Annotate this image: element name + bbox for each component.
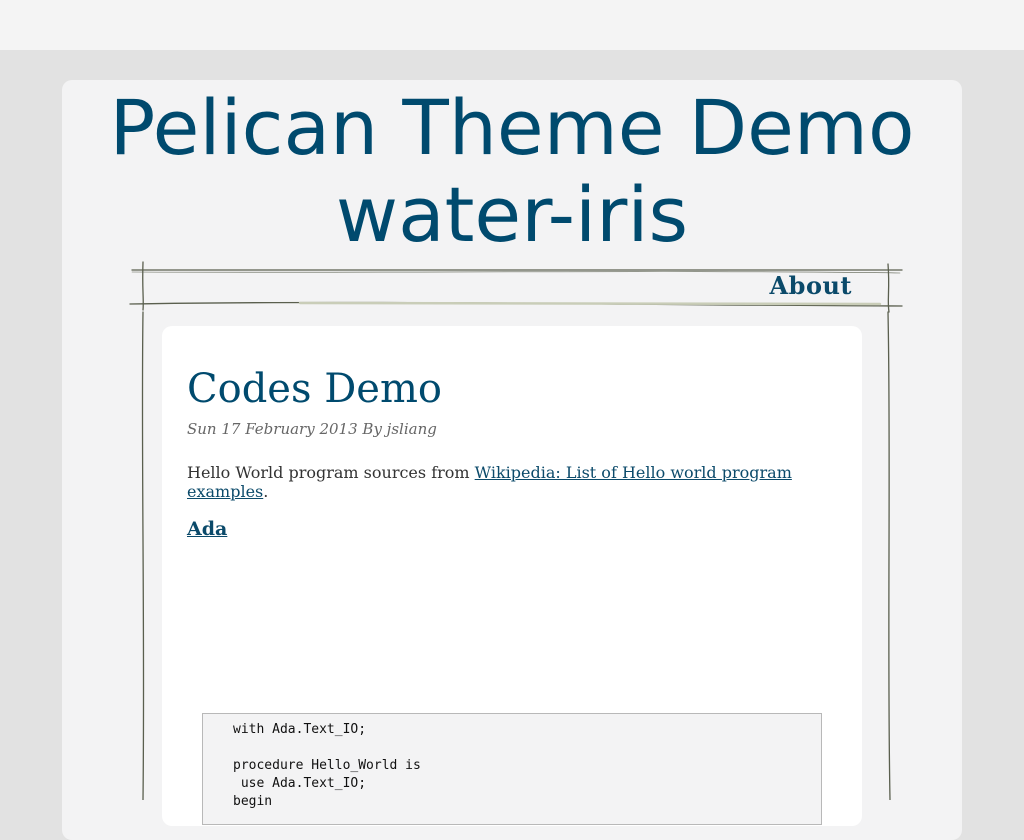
code-line: with Ada.Text_IO; [233,722,367,737]
site-title-line2: water-iris [335,170,689,259]
post-intro: Hello World program sources from Wikiped… [187,463,827,501]
site-title-line1: Pelican Theme Demo [109,83,915,172]
code-content: with Ada.Text_IO; procedure Hello_World … [203,714,821,811]
code-block[interactable]: with Ada.Text_IO; procedure Hello_World … [202,713,822,825]
browser-top-bar [0,0,1024,50]
code-line: procedure Hello_World is [233,758,421,773]
post-intro-end: . [263,482,269,501]
post-intro-text: Hello World program sources from [187,463,475,482]
post-meta: Sun 17 February 2013 By jsliang [187,420,437,438]
section-heading-ada: Ada [187,516,227,542]
ada-heading-link[interactable]: Ada [187,518,227,540]
nav-link-about[interactable]: About [770,271,852,300]
site-title[interactable]: Pelican Theme Demo water-iris [0,84,1024,258]
post-title[interactable]: Codes Demo [187,364,442,414]
code-line: begin [233,794,273,809]
code-line: use Ada.Text_IO; [233,776,367,791]
